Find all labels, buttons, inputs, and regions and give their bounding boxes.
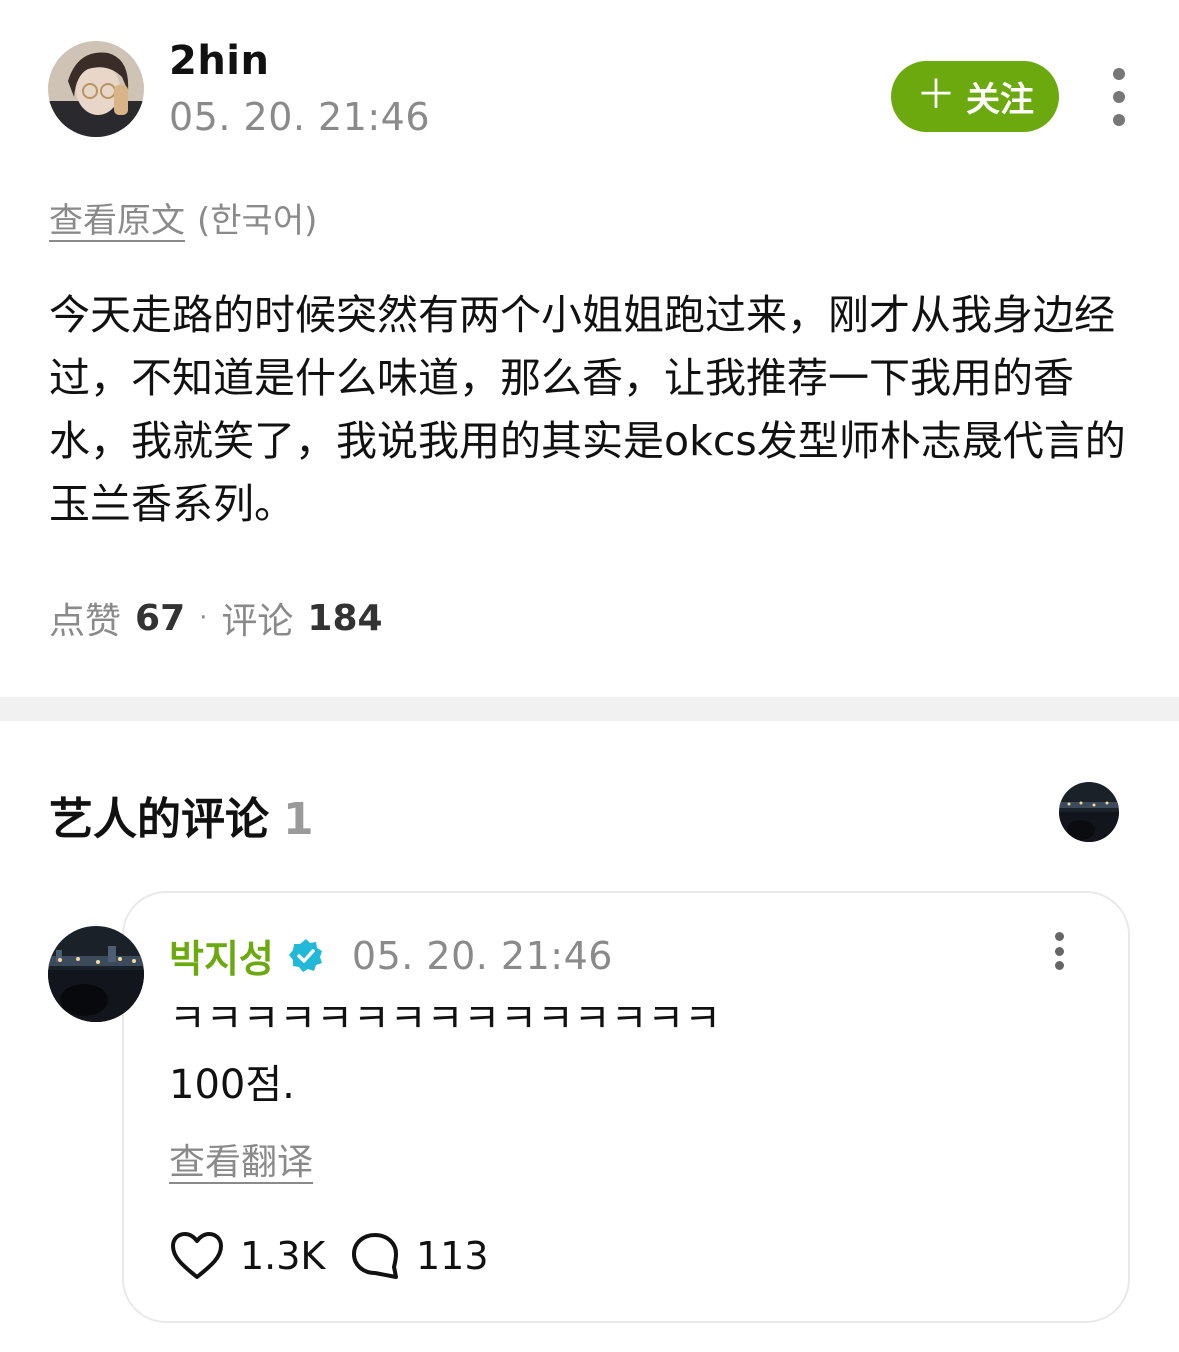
comment-like-button[interactable]: 1.3K	[170, 1231, 325, 1281]
section-divider	[0, 697, 1179, 721]
comment-text-line-2: 100점.	[169, 1062, 295, 1108]
post-timestamp: 05. 20. 21:46	[169, 95, 431, 139]
likes-label: 点赞	[49, 601, 122, 642]
follow-label: 关注	[966, 80, 1034, 120]
kebab-menu-icon	[1113, 68, 1125, 126]
heart-icon	[170, 1231, 224, 1281]
post-stats: 点赞 67 · 评论 184	[49, 592, 383, 644]
comment-reply-button[interactable]: 113	[350, 1231, 489, 1281]
post-body-text: 今天走路的时候突然有两个小姐姐跑过来，刚才从我身边经过，不知道是什么味道，那么香…	[49, 291, 1126, 528]
comment-more-menu-button[interactable]	[1050, 932, 1068, 970]
author-avatar[interactable]	[48, 41, 144, 137]
artist-mini-avatar[interactable]	[1059, 782, 1119, 842]
commenter-name[interactable]: 박지성	[169, 928, 274, 983]
commenter-avatar[interactable]	[48, 926, 144, 1022]
plus-icon: ＋	[916, 71, 956, 118]
view-translation-link[interactable]: 查看翻译	[169, 1133, 313, 1185]
verified-badge-icon	[288, 938, 324, 974]
speech-bubble-icon	[350, 1231, 400, 1281]
comment-text-line-1: ㅋㅋㅋㅋㅋㅋㅋㅋㅋㅋㅋㅋㅋㅋㅋ	[169, 996, 721, 1042]
follow-button[interactable]: ＋ 关注	[891, 61, 1059, 132]
comments-count[interactable]: 184	[307, 598, 382, 639]
stats-separator: ·	[199, 603, 208, 633]
artist-comments-count: 1	[283, 794, 314, 845]
kebab-menu-icon	[1054, 932, 1064, 970]
comment-timestamp: 05. 20. 21:46	[351, 933, 613, 978]
comment-reply-count: 113	[416, 1234, 489, 1278]
comment-like-count: 1.3K	[240, 1234, 326, 1278]
artist-comments-title: 艺人的评论	[49, 794, 269, 845]
author-username[interactable]: 2hin	[169, 38, 270, 84]
original-language-label: (한국어)	[197, 201, 318, 241]
post-more-menu-button[interactable]	[1106, 68, 1132, 126]
likes-count[interactable]: 67	[135, 598, 185, 639]
artist-comments-header: 艺人的评论 1	[49, 783, 314, 847]
view-original-link[interactable]: 查看原文	[49, 193, 185, 242]
comments-label: 评论	[221, 601, 294, 642]
